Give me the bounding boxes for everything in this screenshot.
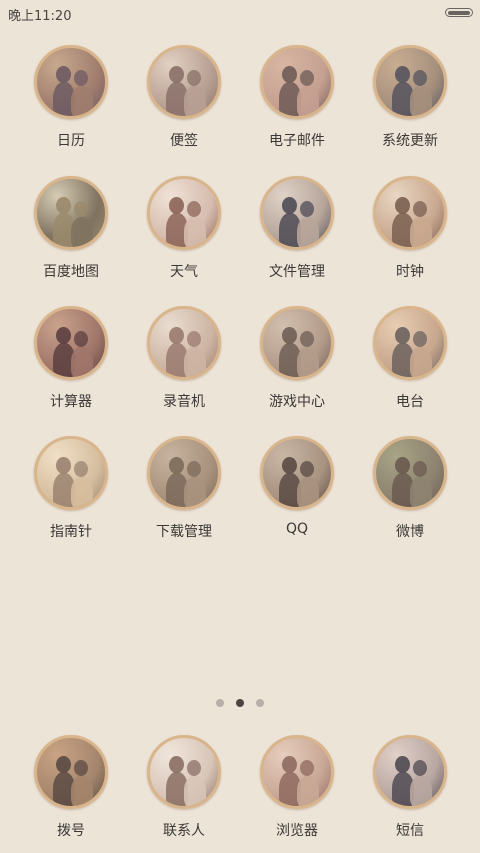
app-grid-7[interactable]: 时钟	[360, 176, 460, 286]
app-icon	[34, 735, 108, 809]
app-label: QQ	[285, 521, 309, 537]
page-dot-active[interactable]	[236, 699, 244, 707]
app-grid-6[interactable]: 文件管理	[247, 176, 347, 286]
app-grid-13[interactable]: 下载管理	[134, 436, 234, 546]
app-label: 指南针	[50, 524, 92, 540]
page-indicator	[0, 699, 480, 709]
app-label: 联系人	[163, 823, 205, 839]
app-grid-11[interactable]: 电台	[360, 306, 460, 416]
app-label: 日历	[57, 133, 85, 149]
app-dock-0[interactable]: 拨号	[21, 735, 121, 845]
app-icon	[34, 306, 108, 380]
app-label: 电台	[396, 394, 424, 410]
app-icon	[260, 176, 334, 250]
app-label: 录音机	[163, 394, 205, 410]
app-icon	[34, 436, 108, 510]
app-label: 百度地图	[43, 264, 99, 280]
app-icon	[147, 176, 221, 250]
app-icon	[373, 306, 447, 380]
app-icon	[260, 45, 334, 119]
app-grid-12[interactable]: 指南针	[21, 436, 121, 546]
app-grid-15[interactable]: 微博	[360, 436, 460, 546]
app-grid-9[interactable]: 录音机	[134, 306, 234, 416]
app-icon	[147, 306, 221, 380]
app-icon	[147, 436, 221, 510]
app-grid-1[interactable]: 便签	[134, 45, 234, 155]
app-grid-2[interactable]: 电子邮件	[247, 45, 347, 155]
app-icon	[373, 436, 447, 510]
app-label: 便签	[170, 133, 198, 149]
app-dock-1[interactable]: 联系人	[134, 735, 234, 845]
app-grid-0[interactable]: 日历	[21, 45, 121, 155]
page-dot[interactable]	[256, 699, 264, 707]
app-icon	[260, 735, 334, 809]
app-icon	[147, 735, 221, 809]
app-icon	[34, 176, 108, 250]
status-bar: 晚上11:20	[0, 0, 480, 26]
app-icon	[260, 306, 334, 380]
app-dock-2[interactable]: 浏览器	[247, 735, 347, 845]
app-row: 日历 便签 电子邮件 系统更新	[0, 45, 480, 155]
app-label: 微博	[396, 524, 424, 540]
app-label: 电子邮件	[269, 133, 325, 149]
app-row: 百度地图 天气 文件管理 时钟	[0, 176, 480, 286]
app-label: 系统更新	[382, 133, 438, 149]
app-label: 拨号	[57, 823, 85, 839]
app-icon	[147, 45, 221, 119]
app-label: 下载管理	[156, 524, 212, 540]
app-label: 天气	[170, 264, 198, 280]
app-grid-8[interactable]: 计算器	[21, 306, 121, 416]
app-icon	[373, 45, 447, 119]
status-time: 晚上11:20	[8, 9, 72, 24]
app-label: 浏览器	[276, 823, 318, 839]
app-icon	[373, 176, 447, 250]
app-grid-10[interactable]: 游戏中心	[247, 306, 347, 416]
dock: 拨号 联系人 浏览器 短信	[0, 735, 480, 845]
app-label: 游戏中心	[269, 394, 325, 410]
app-icon	[34, 45, 108, 119]
battery-icon	[445, 8, 473, 17]
app-label: 计算器	[50, 394, 92, 410]
app-label: 时钟	[396, 264, 424, 280]
page-dot[interactable]	[216, 699, 224, 707]
app-dock-3[interactable]: 短信	[360, 735, 460, 845]
app-grid-3[interactable]: 系统更新	[360, 45, 460, 155]
app-grid-5[interactable]: 天气	[134, 176, 234, 286]
app-row: 指南针 下载管理 QQ 微博	[0, 436, 480, 546]
app-icon	[373, 735, 447, 809]
app-grid-14[interactable]: QQ	[247, 436, 347, 546]
app-label: 短信	[396, 823, 424, 839]
app-row: 计算器 录音机 游戏中心 电台	[0, 306, 480, 416]
app-icon	[260, 436, 334, 510]
app-grid-4[interactable]: 百度地图	[21, 176, 121, 286]
app-label: 文件管理	[269, 264, 325, 280]
